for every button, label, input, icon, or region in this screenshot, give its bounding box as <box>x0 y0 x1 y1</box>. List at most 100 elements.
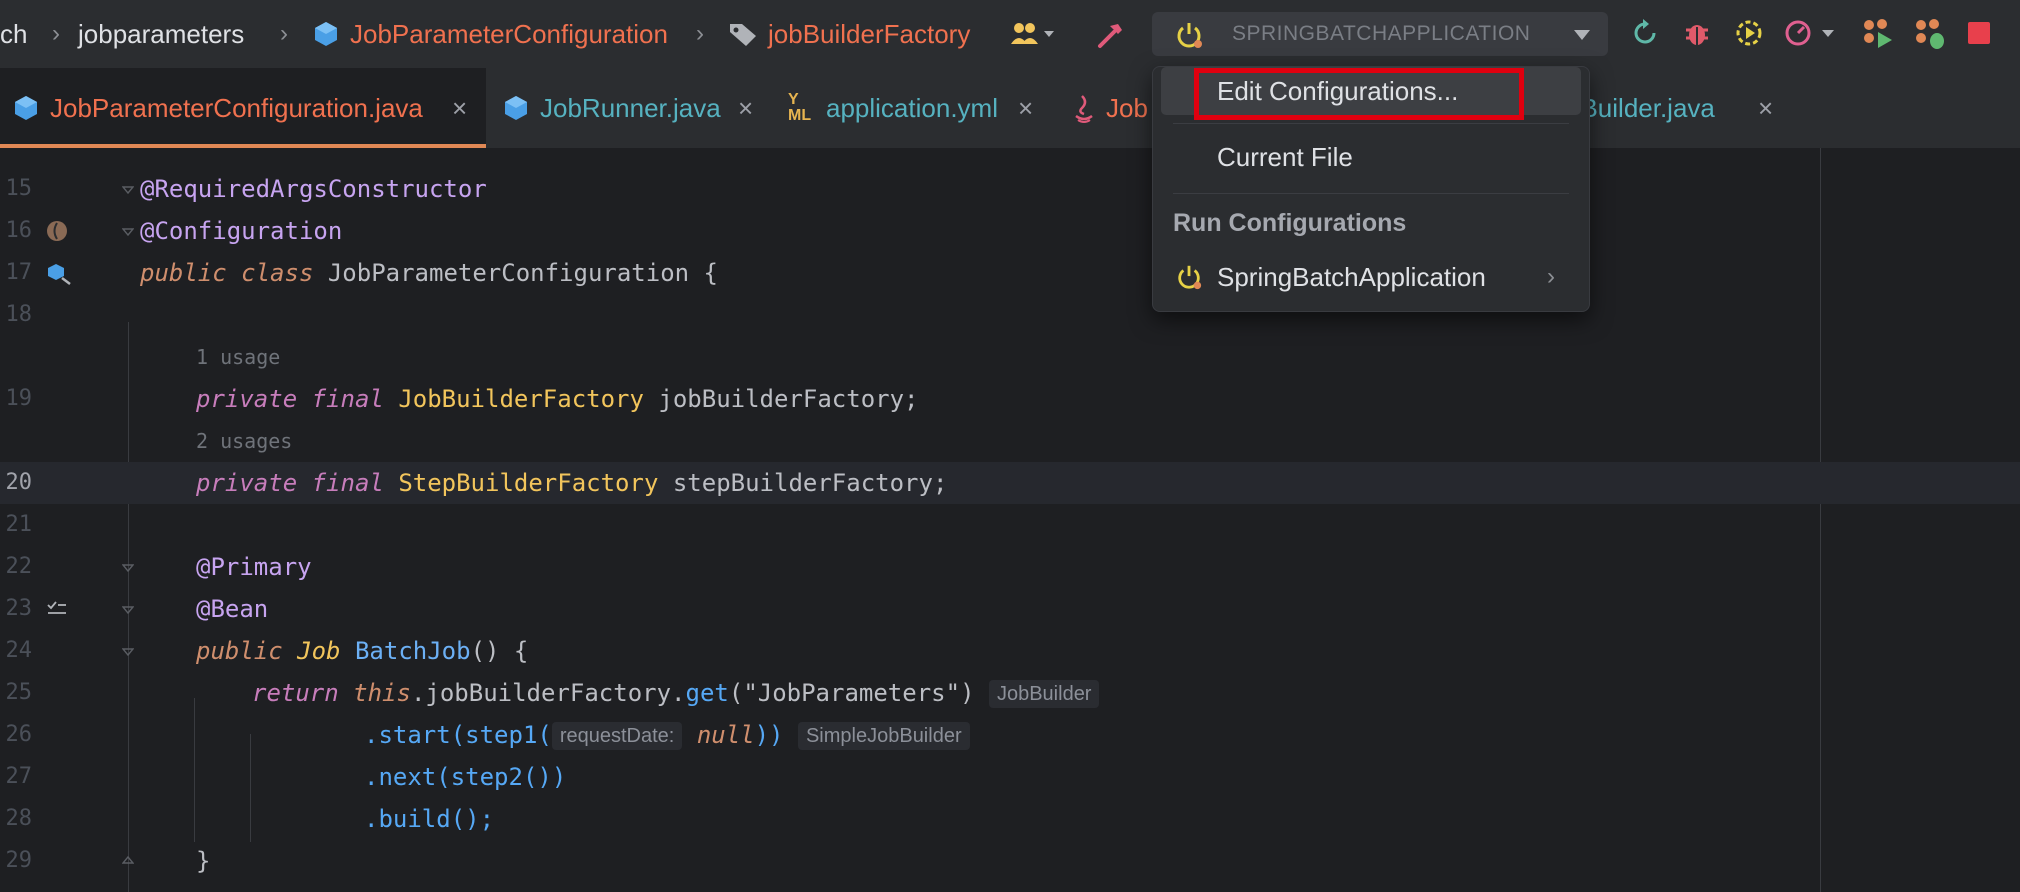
rerun-icon[interactable] <box>1630 18 1660 48</box>
current-file-label: Current File <box>1217 142 1353 172</box>
fold-icon[interactable] <box>122 183 134 195</box>
type-name: JobBuilderFactory <box>398 385 644 413</box>
keyword: final <box>311 469 384 497</box>
line-number: 28 <box>5 806 33 831</box>
close-icon[interactable]: × <box>452 90 467 126</box>
debug-android-icon[interactable] <box>1912 16 1946 50</box>
yaml-icon: Y ML <box>788 91 812 124</box>
code-line: 16 @Configuration <box>0 210 2020 252</box>
implemented-class-icon[interactable] <box>46 262 72 286</box>
line-number: 22 <box>5 554 33 579</box>
annotation: @Configuration <box>140 217 343 245</box>
run-config-label: SpringBatchApplication <box>1217 262 1486 292</box>
spring-bean-icon[interactable] <box>46 220 68 242</box>
line-number: 16 <box>5 218 33 243</box>
line-number: 19 <box>5 386 33 411</box>
type-name: StepBuilderFactory <box>398 469 659 497</box>
usage-hint-line: 2 usages <box>0 420 2020 462</box>
code-line: 28 .build(); <box>0 798 2020 840</box>
popup-separator <box>1173 193 1569 194</box>
dropdown-arrow-icon <box>1574 30 1590 40</box>
field-name: jobBuilderFactory; <box>658 385 919 413</box>
close-icon[interactable]: × <box>1758 90 1773 126</box>
keyword: null <box>696 721 755 749</box>
breadcrumb-item-project[interactable]: ch <box>0 16 27 52</box>
bean-list-icon[interactable] <box>46 600 68 618</box>
java-file-icon <box>1075 95 1093 123</box>
annotation: @Primary <box>196 553 312 581</box>
tab-jobbuilder[interactable]: bBuilder.java × <box>1566 68 1796 148</box>
code-line: 22 @Primary <box>0 546 2020 588</box>
breadcrumb-item-class[interactable]: JobParameterConfiguration <box>350 16 668 52</box>
punctuation: ) <box>960 679 975 707</box>
code-line: 18 <box>0 294 2020 336</box>
punctuation: )) <box>754 721 784 749</box>
breadcrumb-chevron-icon: › <box>696 20 704 47</box>
code-line: 27 .next(step2()) <box>0 756 2020 798</box>
tab-jobrunner[interactable]: JobRunner.java × <box>490 68 770 148</box>
code-line: 29 } <box>0 840 2020 882</box>
line-number: 27 <box>5 764 33 789</box>
profiler-icon[interactable] <box>1784 18 1838 48</box>
power-icon <box>1177 23 1202 48</box>
debug-icon[interactable] <box>1682 18 1712 48</box>
tab-jobparameterconfiguration[interactable]: JobParameterConfiguration.java × <box>0 68 486 148</box>
keyword: return <box>252 679 339 707</box>
usage-hint[interactable]: 2 usages <box>196 420 292 462</box>
popup-separator <box>1173 123 1569 124</box>
code-line: 26 .start(step1(requestDate: null)) Simp… <box>0 714 2020 756</box>
code-line: 17 public class JobParameterConfiguratio… <box>0 252 2020 294</box>
chain-call: .start(step1(requestDate: null)) SimpleJ… <box>364 714 970 756</box>
users-icon[interactable] <box>1010 20 1056 48</box>
fold-icon[interactable] <box>122 855 134 867</box>
stop-icon[interactable] <box>1968 22 1990 44</box>
chevron-right-icon: › <box>1547 263 1555 290</box>
breadcrumb-item-package[interactable]: jobparameters <box>78 16 244 52</box>
field-declaration: private final StepBuilderFactory stepBui… <box>196 462 947 504</box>
code-line: 19 private final JobBuilderFactory jobBu… <box>0 378 2020 420</box>
run-config-springbatchapplication[interactable]: SpringBatchApplication › <box>1161 253 1581 301</box>
run-android-icon[interactable] <box>1860 16 1894 50</box>
line-number: 26 <box>5 722 33 747</box>
tab-job[interactable]: Job <box>1066 68 1156 148</box>
type-name: Job <box>297 637 341 665</box>
fold-icon[interactable] <box>122 603 134 615</box>
brace: { <box>703 259 718 287</box>
fold-icon[interactable] <box>122 645 134 657</box>
current-file-item[interactable]: Current File <box>1161 133 1581 181</box>
keyword: public <box>196 637 283 665</box>
chain-call: .build(); <box>364 805 495 833</box>
tab-label: JobRunner.java <box>540 93 721 123</box>
close-icon[interactable]: × <box>1018 90 1033 126</box>
coverage-icon[interactable] <box>1734 18 1764 48</box>
tab-label: JobParameterConfiguration.java <box>50 93 423 123</box>
class-icon <box>15 96 37 120</box>
line-number: 17 <box>5 260 33 285</box>
line-number: 29 <box>5 848 33 873</box>
tab-application-yml[interactable]: Y ML application.yml × <box>778 68 1046 148</box>
breadcrumb-chevron-icon: › <box>280 20 288 47</box>
line-number: 24 <box>5 638 33 663</box>
code-line: 25 return this.jobBuilderFactory.get("Jo… <box>0 672 2020 714</box>
line-number: 25 <box>5 680 33 705</box>
run-configuration-combo[interactable]: SPRINGBATCHAPPLICATION <box>1152 12 1608 56</box>
class-icon <box>505 96 527 120</box>
field-access: .jobBuilderFactory. <box>410 679 686 707</box>
breadcrumb-chevron-icon: › <box>52 20 60 47</box>
annotation: @RequiredArgsConstructor <box>140 175 487 203</box>
navigation-bar: ch › jobparameters › JobParameterConfigu… <box>0 0 2020 68</box>
fold-icon[interactable] <box>122 225 134 237</box>
close-icon[interactable]: × <box>738 90 753 126</box>
type-hint: SimpleJobBuilder <box>797 722 970 750</box>
hammer-icon[interactable] <box>1096 20 1126 50</box>
code-editor[interactable]: 15 @RequiredArgsConstructor 16 @Configur… <box>0 148 2020 892</box>
method-call: .start(step1( <box>364 721 552 749</box>
string-literal: "JobParameters" <box>743 679 961 707</box>
annotation: @Bean <box>196 595 269 623</box>
code-line-current: 20 private final StepBuilderFactory step… <box>0 462 2020 504</box>
fold-icon[interactable] <box>122 561 134 573</box>
return-statement: return this.jobBuilderFactory.get("JobPa… <box>252 672 1100 714</box>
keyword: public <box>140 259 227 287</box>
breadcrumb-item-field[interactable]: jobBuilderFactory <box>768 16 970 52</box>
usage-hint[interactable]: 1 usage <box>196 336 280 378</box>
